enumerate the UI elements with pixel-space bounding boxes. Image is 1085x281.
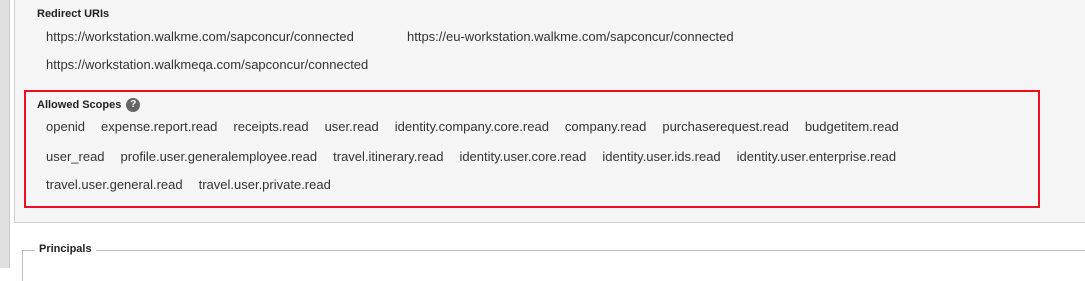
scope-item: company.read bbox=[564, 119, 647, 134]
scopes-row-2: user_read profile.user.generalemployee.r… bbox=[46, 149, 896, 164]
scope-item: expense.report.read bbox=[101, 119, 218, 134]
scope-item: user_read bbox=[46, 149, 105, 164]
scope-item: travel.itinerary.read bbox=[333, 149, 444, 164]
help-icon[interactable]: ? bbox=[126, 98, 141, 112]
redirect-uri-item: https://eu-workstation.walkme.com/sapcon… bbox=[407, 29, 734, 44]
scope-item: identity.user.enterprise.read bbox=[736, 149, 897, 164]
scopes-row-3: travel.user.general.read travel.user.pri… bbox=[46, 177, 331, 192]
scope-item: travel.user.private.read bbox=[198, 177, 331, 192]
scope-item: identity.company.core.read bbox=[394, 119, 549, 134]
allowed-scopes-label: Allowed Scopes bbox=[37, 98, 122, 111]
scope-item: travel.user.general.read bbox=[46, 177, 183, 192]
scope-item: profile.user.generalemployee.read bbox=[120, 149, 318, 164]
scope-item: openid bbox=[46, 119, 86, 134]
redirect-uri-item: https://workstation.walkmeqa.com/sapconc… bbox=[46, 57, 369, 72]
principals-fieldset bbox=[22, 250, 1085, 281]
scope-item: identity.user.ids.read bbox=[602, 149, 721, 164]
scopes-row-1: openid expense.report.read receipts.read… bbox=[46, 119, 899, 134]
scope-item: budgetitem.read bbox=[804, 119, 899, 134]
redirect-uri-item: https://workstation.walkme.com/sapconcur… bbox=[46, 29, 354, 44]
redirect-uris-label: Redirect URIs bbox=[37, 8, 110, 20]
allowed-scopes-heading: Allowed Scopes? bbox=[37, 98, 141, 112]
scope-item: receipts.read bbox=[233, 119, 309, 134]
principals-legend: Principals bbox=[35, 243, 96, 255]
left-scroll-gutter bbox=[0, 0, 10, 268]
scope-item: identity.user.core.read bbox=[459, 149, 587, 164]
scope-item: user.read bbox=[324, 119, 379, 134]
scope-item: purchaserequest.read bbox=[662, 119, 789, 134]
